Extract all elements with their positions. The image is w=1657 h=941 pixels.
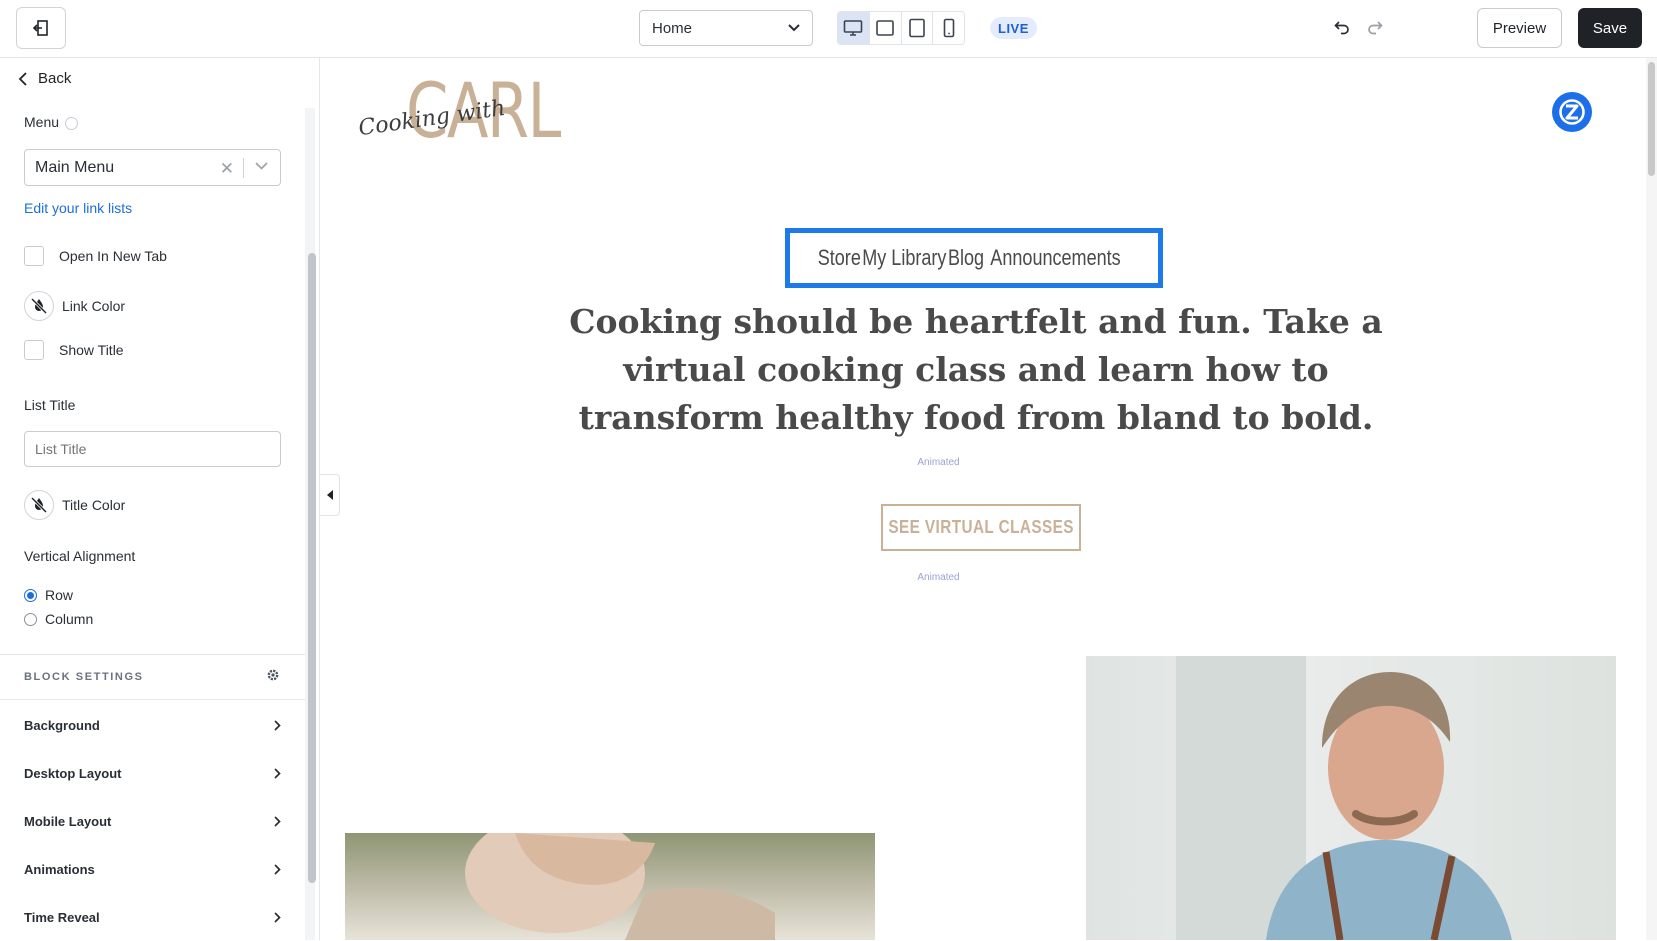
chevron-right-icon [274, 719, 281, 731]
gear-icon[interactable] [266, 668, 280, 682]
chef-photo[interactable] [1086, 656, 1616, 940]
no-color-icon [30, 297, 48, 315]
page-select[interactable]: Home [639, 10, 813, 46]
nav-item-announcements[interactable]: Announcements [990, 245, 1120, 271]
back-label: Back [38, 70, 72, 87]
mobile-layout-section-label: Mobile Layout [24, 813, 112, 829]
clear-icon[interactable]: ✕ [220, 159, 234, 179]
mobile-layout-section[interactable]: Mobile Layout [0, 797, 305, 845]
animations-section[interactable]: Animations [0, 845, 305, 893]
chevron-down-icon [788, 24, 800, 32]
tablet-portrait-view-button[interactable] [902, 12, 934, 44]
tablet-landscape-icon [876, 20, 894, 36]
brand-logo-icon [1559, 99, 1585, 125]
preview-button[interactable]: Preview [1477, 8, 1562, 48]
chevron-left-icon [18, 71, 27, 86]
chevron-right-icon [274, 863, 281, 875]
info-icon [65, 116, 79, 130]
edit-link-lists-link[interactable]: Edit your link lists [24, 200, 132, 216]
sidebar-scrollbar-thumb[interactable] [308, 253, 316, 883]
column-radio-label: Column [45, 611, 94, 627]
title-color-picker[interactable]: Title Color [24, 490, 125, 520]
show-title-option[interactable]: Show Title [24, 340, 124, 360]
block-settings-title: BLOCK SETTINGS [24, 671, 144, 683]
cooking-hands-photo[interactable] [345, 833, 875, 940]
link-color-picker[interactable]: Link Color [24, 291, 125, 321]
list-title-label: List Title [24, 397, 76, 413]
redo-button[interactable] [1366, 18, 1384, 41]
link-color-swatch[interactable] [24, 291, 54, 321]
list-title-input[interactable] [24, 431, 281, 467]
hero-headline[interactable]: Cooking should be heartfelt and fun. Tak… [556, 298, 1396, 442]
show-title-label: Show Title [59, 342, 124, 358]
cooking-hands-illustration [465, 833, 775, 940]
exit-icon [32, 20, 48, 36]
save-button[interactable]: Save [1578, 8, 1642, 48]
show-title-checkbox[interactable] [24, 340, 44, 360]
background-section[interactable]: Background [0, 701, 305, 749]
mobile-icon [943, 18, 954, 38]
row-radio[interactable] [24, 588, 37, 602]
menu-label-text: Menu [24, 114, 60, 130]
open-new-tab-option[interactable]: Open In New Tab [24, 246, 167, 266]
canvas-scrollbar-track[interactable] [1646, 58, 1657, 940]
chevron-right-icon [274, 767, 281, 779]
tablet-portrait-icon [909, 18, 925, 38]
link-color-label: Link Color [62, 298, 126, 314]
page-select-value: Home [652, 19, 693, 37]
no-color-icon [30, 496, 48, 514]
editor-toolbar: Home LIVE Preview Save [0, 0, 1657, 58]
desktop-icon [844, 20, 863, 36]
nav-menu: Store My Library Blog Announcements [818, 245, 1127, 271]
desktop-layout-section-label: Desktop Layout [24, 765, 122, 781]
nav-item-store[interactable]: Store [818, 245, 861, 271]
alignment-row-option[interactable]: Row [24, 587, 73, 603]
vertical-alignment-label: Vertical Alignment [24, 548, 136, 564]
device-switcher [837, 11, 965, 45]
chevron-right-icon [274, 911, 281, 923]
back-button[interactable]: Back [18, 70, 71, 87]
caret-left-icon [326, 490, 333, 500]
brand-badge-icon[interactable] [1552, 92, 1592, 132]
desktop-view-button[interactable] [838, 12, 870, 44]
chef-illustration [1176, 656, 1512, 940]
menu-label: Menu [24, 114, 79, 130]
animations-section-label: Animations [24, 861, 95, 877]
column-radio[interactable] [24, 612, 37, 626]
redo-icon [1368, 21, 1383, 35]
block-settings-header: BLOCK SETTINGS [0, 654, 305, 700]
row-radio-label: Row [45, 587, 74, 603]
see-virtual-classes-button[interactable]: SEE VIRTUAL CLASSES [881, 504, 1081, 551]
desktop-layout-section[interactable]: Desktop Layout [0, 749, 305, 797]
mobile-view-button[interactable] [933, 12, 964, 44]
time-reveal-section[interactable]: Time Reveal [0, 893, 305, 941]
menu-select[interactable]: Main Menu ✕ [24, 149, 281, 186]
open-new-tab-label: Open In New Tab [59, 248, 167, 264]
settings-sidebar: Back Menu Main Menu ✕ Edit your link lis… [0, 58, 320, 940]
alignment-column-option[interactable]: Column [24, 611, 93, 627]
canvas-scrollbar-thumb[interactable] [1648, 62, 1655, 176]
open-new-tab-checkbox[interactable] [24, 246, 44, 266]
menu-select-value: Main Menu [35, 158, 115, 176]
animated-indicator: Animated [917, 457, 960, 468]
animated-indicator: Animated [917, 572, 960, 583]
collapse-sidebar-button[interactable] [320, 474, 340, 516]
chevron-down-icon [255, 162, 268, 170]
select-separator [243, 158, 244, 178]
undo-icon [1334, 21, 1349, 35]
background-section-label: Background [24, 717, 100, 733]
selected-navigation-menu[interactable]: Store My Library Blog Announcements [785, 228, 1163, 288]
cta-label: SEE VIRTUAL CLASSES [888, 517, 1074, 537]
tablet-landscape-view-button[interactable] [870, 12, 902, 44]
exit-editor-button[interactable] [16, 7, 66, 49]
title-color-label: Title Color [62, 497, 126, 513]
chevron-right-icon [274, 815, 281, 827]
nav-item-my-library[interactable]: My Library [863, 245, 947, 271]
title-color-swatch[interactable] [24, 490, 54, 520]
page-preview-canvas: CARL Cooking with Store My Library Blog … [320, 58, 1657, 940]
nav-item-blog[interactable]: Blog [948, 245, 984, 271]
live-status-badge: LIVE [990, 17, 1037, 39]
time-reveal-section-label: Time Reveal [24, 909, 100, 925]
undo-button[interactable] [1333, 18, 1351, 41]
